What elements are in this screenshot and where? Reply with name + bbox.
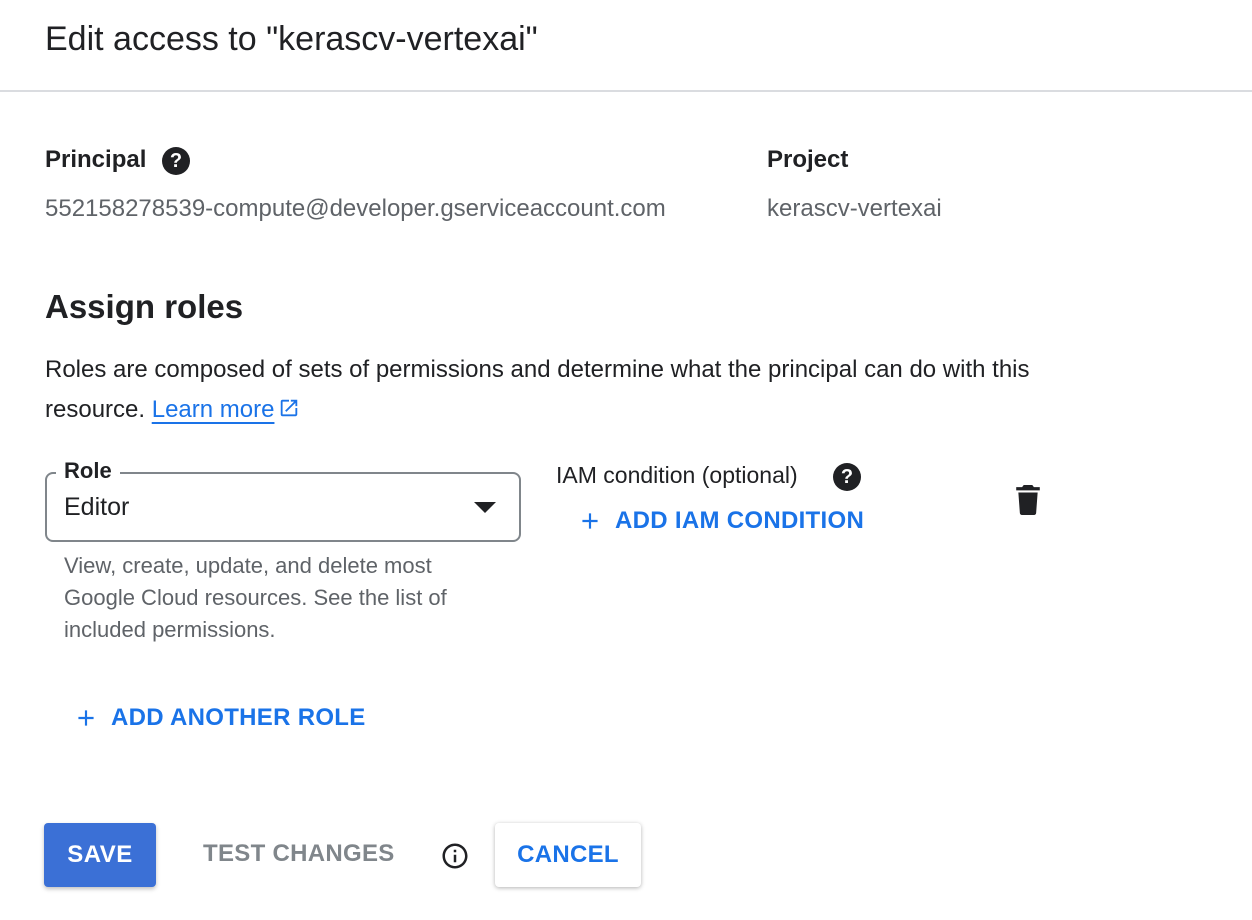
dialog-title: Edit access to "kerascv-vertexai" (45, 20, 538, 58)
principal-value: 552158278539-compute@developer.gservicea… (45, 195, 666, 222)
info-icon[interactable] (440, 841, 470, 871)
trash-icon[interactable] (1015, 485, 1041, 515)
add-another-role-label: ADD ANOTHER ROLE (111, 704, 366, 731)
chevron-down-icon[interactable] (474, 502, 496, 513)
add-iam-condition-label: ADD IAM CONDITION (615, 507, 865, 534)
add-another-role-button[interactable]: ADD ANOTHER ROLE (73, 704, 366, 732)
cancel-button[interactable]: CANCEL (495, 823, 641, 887)
help-icon[interactable]: ? (833, 463, 861, 491)
add-iam-condition-button[interactable]: ADD IAM CONDITION (577, 507, 864, 535)
plus-icon (582, 513, 598, 529)
project-value: kerascv-vertexai (767, 195, 942, 222)
external-link-icon (281, 399, 298, 417)
test-changes-button[interactable]: TEST CHANGES (203, 840, 395, 868)
principal-label: Principal (45, 146, 147, 173)
role-field-label: Role (56, 458, 120, 484)
iam-condition-label: IAM condition (optional) (556, 462, 798, 488)
save-button[interactable]: SAVE (44, 823, 156, 887)
help-icon[interactable]: ? (162, 147, 190, 175)
save-label: SAVE (67, 841, 133, 868)
dialog-header: Edit access to "kerascv-vertexai" (0, 0, 1252, 92)
role-help-text: View, create, update, and delete most Go… (64, 553, 447, 642)
learn-more-link[interactable]: Learn more (152, 396, 275, 423)
plus-icon (78, 710, 94, 726)
edit-access-dialog: Edit access to "kerascv-vertexai" Princi… (0, 0, 1252, 920)
assign-roles-title: Assign roles (45, 288, 244, 325)
project-label: Project (767, 146, 849, 173)
assign-roles-description: Roles are composed of sets of permission… (45, 350, 1045, 430)
role-select-value: Editor (64, 493, 130, 521)
learn-more-label: Learn more (151, 396, 275, 423)
cancel-label: CANCEL (517, 841, 619, 868)
